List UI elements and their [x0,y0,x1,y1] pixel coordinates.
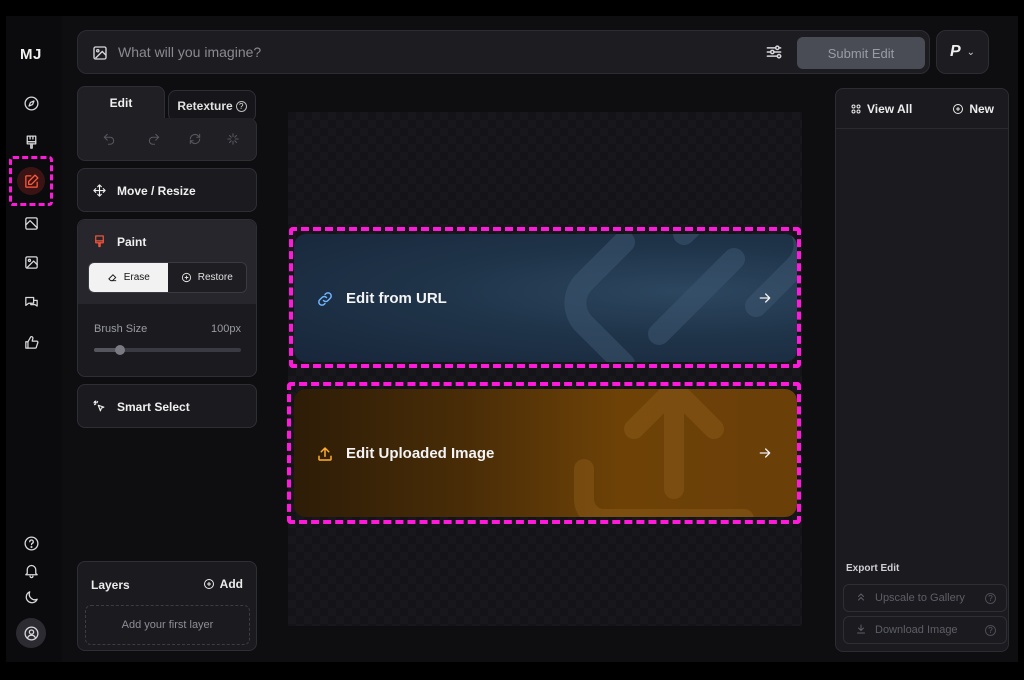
app-logo[interactable]: MJ [20,46,42,63]
download-image-button[interactable]: Download Image ? [843,616,1007,644]
erase-label: Erase [123,272,150,283]
eraser-icon [107,274,117,282]
retexture-help-icon[interactable]: ? [235,100,247,112]
add-layer-button[interactable]: Add [203,577,243,591]
grid-icon [851,104,861,114]
restore-button[interactable]: Restore [167,263,246,292]
erase-button[interactable]: Erase [89,263,168,292]
moon-icon[interactable] [18,584,44,610]
profile-initial: P [949,43,961,60]
erase-restore-toggle: Erase Restore [88,262,247,293]
move-resize-label: Move / Resize [117,183,196,198]
new-button[interactable]: New [952,102,994,116]
brush-size-label: Brush Size [94,323,148,335]
view-all-button[interactable]: View All [850,102,912,116]
help-icon[interactable] [18,530,44,556]
chat-icon[interactable] [18,289,44,315]
layers-title: Layers [91,578,130,592]
arrow-right-icon [757,290,775,308]
view-all-label: View All [867,102,913,116]
upload-icon [316,445,336,465]
layers-panel: Layers Add Add your first layer [77,561,257,651]
create-brush-icon[interactable] [18,129,44,155]
sparkle-icon[interactable] [226,132,242,148]
tab-edit[interactable]: Edit [77,86,165,118]
settings-sliders-icon[interactable] [764,42,786,64]
arrow-right-icon [757,445,775,463]
right-panel: View All New Export Edit Upscale to Gall… [835,88,1009,652]
chevrons-up-icon [855,591,867,606]
add-first-layer-dropzone[interactable]: Add your first layer [85,605,250,645]
left-rail: MJ [6,16,62,662]
history-toolbar [77,118,257,161]
brush-size-handle[interactable] [115,345,125,355]
paint-tool-panel: Paint Erase Restore Brush Size 100px [77,219,257,377]
plus-circle-icon [203,579,214,589]
add-layer-label: Add [219,577,243,591]
upscale-to-gallery-button[interactable]: Upscale to Gallery ? [843,584,1007,612]
edit-canvas [288,112,802,626]
tab-edit-label: Edit [109,95,133,110]
tab-retexture-label: Retexture [177,99,233,113]
download-label: Download Image [875,624,958,636]
export-edit-title: Export Edit [846,563,900,574]
download-help-icon[interactable]: ? [985,625,996,636]
link-icon [316,290,336,310]
bell-icon[interactable] [18,557,44,583]
edit-icon[interactable] [17,167,45,195]
brush-size-value: 100px [211,323,241,335]
restore-label: Restore [197,272,233,283]
paint-label: Paint [117,234,147,249]
paint-brush-icon [95,235,104,248]
app-window: MJ What will you imagine? Submit Edit P … [6,16,1018,662]
thumbs-up-icon[interactable] [18,329,44,355]
image-prompt-icon[interactable] [91,44,109,62]
profile-menu[interactable]: P ⌄ [936,30,989,74]
new-label: New [969,102,994,116]
prompt-input[interactable] [118,41,718,63]
edit-uploaded-image-card[interactable]: Edit Uploaded Image [294,389,797,517]
smart-cursor-icon [93,400,105,412]
edit-from-url-card[interactable]: Edit from URL [294,234,797,362]
right-panel-header: View All New [836,89,1008,129]
edit-uploaded-image-label: Edit Uploaded Image [346,445,495,462]
plus-circle-icon [181,272,191,283]
brush-size-slider[interactable] [94,345,241,355]
moodboard-icon[interactable] [18,210,44,236]
gallery-icon[interactable] [18,249,44,275]
upscale-help-icon[interactable]: ? [985,593,996,604]
undo-icon[interactable] [102,132,118,148]
upscale-label: Upscale to Gallery [875,592,965,604]
explore-icon[interactable] [18,90,44,116]
move-arrows-icon [93,184,106,197]
reset-icon[interactable] [188,132,204,148]
account-avatar-icon[interactable] [16,618,46,648]
smart-select-tool[interactable]: Smart Select [77,384,257,428]
prompt-bar: Submit Edit [77,30,930,74]
redo-icon[interactable] [147,132,163,148]
plus-circle-icon [953,104,964,114]
smart-select-label: Smart Select [117,399,190,414]
download-icon [855,623,867,638]
tool-tabs: Edit Retexture ? [77,86,257,161]
submit-edit-button[interactable]: Submit Edit [797,37,925,69]
move-resize-tool[interactable]: Move / Resize [77,168,257,212]
chevron-down-icon: ⌄ [966,46,976,58]
edit-from-url-label: Edit from URL [346,290,447,307]
